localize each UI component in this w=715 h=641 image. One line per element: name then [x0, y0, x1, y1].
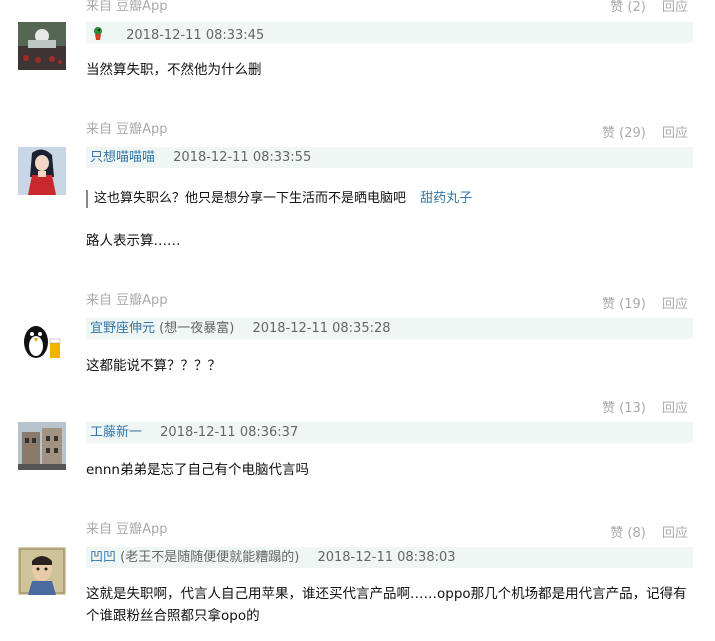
comment-header: 宜野座伸元 (想一夜暴富) 2018-12-11 08:35:28: [86, 318, 693, 339]
like-button[interactable]: 赞 (29): [602, 126, 646, 141]
like-button[interactable]: 赞 (19): [602, 297, 646, 312]
avatar[interactable]: [18, 318, 66, 366]
source-label: 来自 豆瓣App: [86, 0, 168, 14]
reply-button[interactable]: 回应: [662, 126, 688, 141]
reply-button[interactable]: 回应: [662, 401, 688, 416]
comment-time: 2018-12-11 08:36:37: [160, 425, 299, 440]
author-link[interactable]: 只想喵喵喵: [90, 150, 155, 165]
parrot-icon: [90, 25, 106, 46]
comment-header: 2018-12-11 08:33:45: [86, 22, 693, 43]
comment-actions: 赞 (2) 回应: [610, 0, 688, 15]
comment-header: 凹凹 (老王不是随随便便就能糟蹋的) 2018-12-11 08:38:03: [86, 547, 693, 568]
avatar[interactable]: [18, 22, 66, 70]
author-link[interactable]: 宜野座伸元: [90, 321, 155, 336]
comment-time: 2018-12-11 08:35:28: [252, 321, 391, 336]
comment-content: 这都能说不算？？？？: [86, 358, 221, 374]
comment-header: 只想喵喵喵 2018-12-11 08:33:55: [86, 147, 693, 168]
quote-author-link[interactable]: 甜药丸子: [420, 191, 472, 206]
comment-actions: 赞 (8) 回应: [610, 522, 688, 541]
reply-button[interactable]: 回应: [662, 297, 688, 312]
reply-button[interactable]: 回应: [662, 0, 688, 15]
comment-actions: 赞 (19) 回应: [602, 293, 688, 312]
like-button[interactable]: 赞 (8): [610, 526, 646, 541]
author-signature: (想一夜暴富): [155, 321, 235, 336]
author-link[interactable]: 凹凹: [90, 550, 116, 565]
quoted-reply: 这也算失职么？他只是想分享一下生活而不是晒电脑吧 甜药丸子: [86, 190, 472, 208]
comment-time: 2018-12-11 08:38:03: [317, 550, 456, 565]
avatar[interactable]: [18, 547, 66, 595]
author-signature: (老王不是随随便便就能糟蹋的): [116, 550, 300, 565]
comment-actions: 赞 (13) 回应: [602, 397, 688, 416]
author-link[interactable]: 工藤新一: [90, 425, 142, 440]
comment-content: 这就是失职啊，代言人自己用苹果，谁还买代言产品啊……oppo那几个机场都是用代言…: [86, 586, 687, 624]
comment-content: 路人表示算……: [86, 233, 181, 249]
comment-actions: 赞 (29) 回应: [602, 122, 688, 141]
comment-time: 2018-12-11 08:33:55: [173, 150, 312, 165]
like-button[interactable]: 赞 (2): [610, 0, 646, 15]
avatar[interactable]: [18, 422, 66, 470]
comment-content: ennn弟弟是忘了自己有个电脑代言吗: [86, 462, 309, 478]
comment-header: 工藤新一 2018-12-11 08:36:37: [86, 422, 693, 443]
comment-content: 当然算失职，不然他为什么删: [86, 62, 262, 78]
source-label: 来自 豆瓣App: [86, 522, 168, 537]
comment-time: 2018-12-11 08:33:45: [126, 28, 265, 43]
avatar[interactable]: [18, 147, 66, 195]
like-button[interactable]: 赞 (13): [602, 401, 646, 416]
source-label: 来自 豆瓣App: [86, 122, 168, 137]
reply-button[interactable]: 回应: [662, 526, 688, 541]
quote-text: 这也算失职么？他只是想分享一下生活而不是晒电脑吧: [94, 191, 407, 206]
source-label: 来自 豆瓣App: [86, 293, 168, 308]
